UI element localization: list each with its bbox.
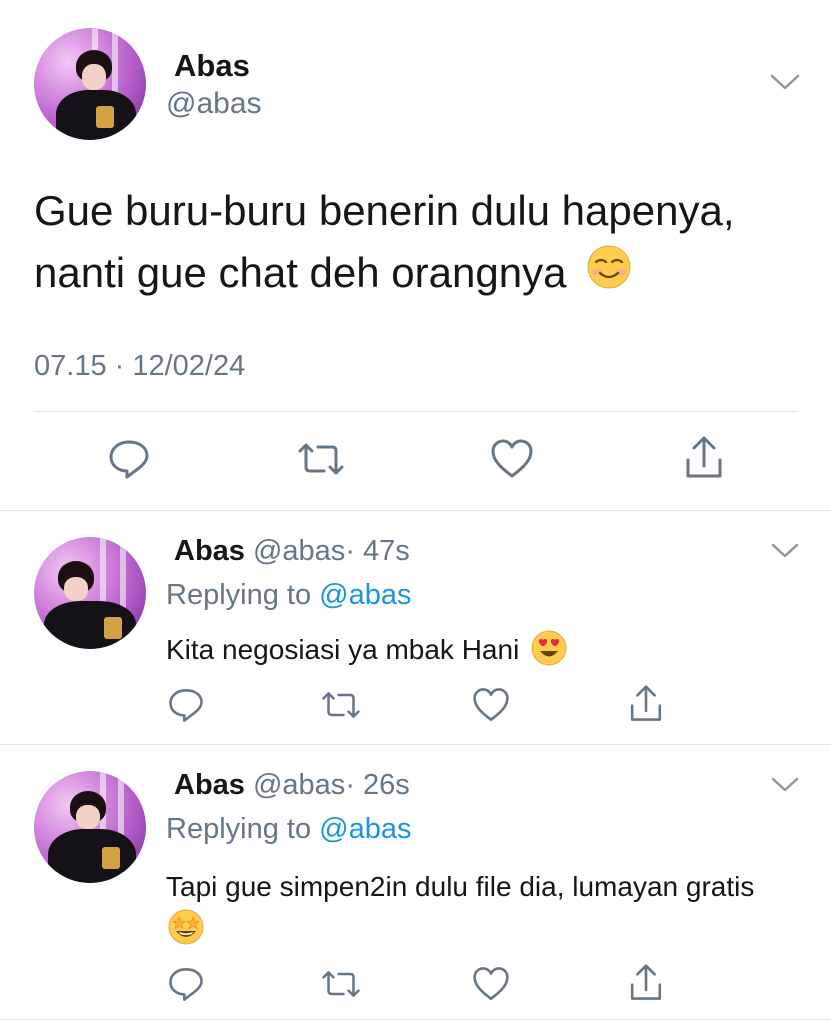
- reply-header: Abas @abas· 26s: [174, 769, 410, 802]
- heart-icon[interactable]: [490, 437, 534, 481]
- retweet-icon[interactable]: [296, 441, 346, 477]
- divider: [0, 744, 831, 745]
- chevron-down-icon[interactable]: [770, 776, 800, 794]
- retweet-icon[interactable]: [320, 690, 362, 720]
- replying-to: Replying to @abas: [166, 813, 411, 846]
- replying-to-link[interactable]: @abas: [319, 813, 411, 845]
- star-struck-emoji: [168, 909, 204, 958]
- smiling-face-emoji: [586, 244, 632, 307]
- share-icon[interactable]: [627, 962, 665, 1004]
- reply-icon[interactable]: [167, 686, 205, 724]
- heart-icon[interactable]: [472, 965, 510, 1003]
- tweet-text: Gue buru-buru benerin dulu hapenya, nant…: [34, 180, 814, 307]
- reply-text-line: Tapi gue simpen2in dulu file dia, lumaya…: [166, 871, 755, 902]
- handle[interactable]: @abas: [166, 87, 262, 121]
- retweet-icon[interactable]: [320, 969, 362, 999]
- reply-time[interactable]: · 26s: [345, 769, 409, 801]
- display-name[interactable]: Abas: [174, 535, 245, 567]
- reply-header: Abas @abas· 47s: [174, 535, 410, 568]
- replying-label: Replying to: [166, 813, 312, 845]
- display-name[interactable]: Abas: [174, 769, 245, 801]
- share-icon[interactable]: [627, 683, 665, 725]
- timestamp[interactable]: 07.15 · 12/02/24: [34, 350, 245, 383]
- reply-icon[interactable]: [107, 437, 151, 481]
- replying-to: Replying to @abas: [166, 579, 411, 612]
- handle[interactable]: @abas: [253, 535, 345, 567]
- divider: [0, 1019, 831, 1020]
- replying-to-link[interactable]: @abas: [319, 579, 411, 611]
- chevron-down-icon[interactable]: [769, 72, 801, 92]
- heart-icon[interactable]: [472, 686, 510, 724]
- reply-text: Tapi gue simpen2in dulu file dia, lumaya…: [166, 865, 796, 958]
- avatar[interactable]: [34, 537, 146, 649]
- share-icon[interactable]: [682, 434, 726, 482]
- reply-text: Kita negosiasi ya mbak Hani: [166, 630, 567, 673]
- reply-icon[interactable]: [167, 965, 205, 1003]
- divider: [34, 411, 798, 412]
- avatar[interactable]: [34, 771, 146, 883]
- reply-text-line: Kita negosiasi ya mbak Hani: [166, 633, 520, 665]
- reply-time[interactable]: · 47s: [345, 535, 409, 567]
- replying-label: Replying to: [166, 579, 312, 611]
- display-name[interactable]: Abas: [174, 48, 250, 84]
- divider: [0, 510, 831, 511]
- avatar[interactable]: [34, 28, 146, 140]
- handle[interactable]: @abas: [253, 769, 345, 801]
- chevron-down-icon[interactable]: [770, 542, 800, 560]
- heart-eyes-emoji: [531, 630, 567, 673]
